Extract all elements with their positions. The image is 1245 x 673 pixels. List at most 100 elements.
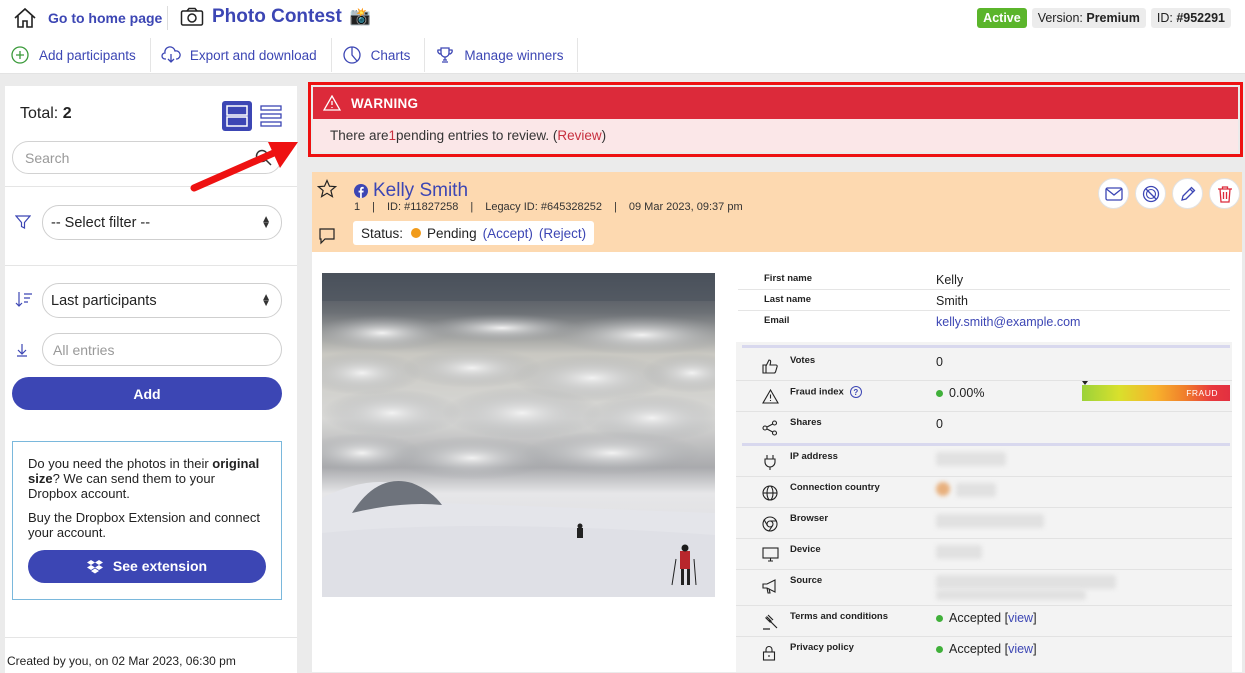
trophy-icon bbox=[437, 47, 454, 63]
entry-stats: Votes 0 Fraud index? 0.00% FRAUD Shares … bbox=[736, 342, 1232, 672]
list-view-icon bbox=[260, 105, 282, 127]
first-name-row: First name Kelly bbox=[738, 269, 1230, 290]
redacted-country bbox=[956, 483, 996, 497]
pencil-icon bbox=[1180, 186, 1195, 201]
warning-header: WARNING bbox=[313, 87, 1238, 119]
votes-row: Votes 0 bbox=[736, 350, 1232, 381]
gavel-icon bbox=[763, 614, 778, 630]
facebook-icon bbox=[354, 184, 368, 198]
review-link[interactable]: Review bbox=[557, 128, 601, 143]
participant-name-row: Kelly Smith bbox=[354, 180, 468, 202]
browser-row: Browser bbox=[736, 508, 1232, 539]
comment-icon[interactable] bbox=[318, 227, 336, 245]
divider bbox=[167, 6, 168, 30]
last-name-row: Last name Smith bbox=[738, 290, 1230, 311]
monitor-icon bbox=[762, 547, 779, 562]
export-download-button[interactable]: Export and download bbox=[151, 38, 332, 72]
fraud-meter: FRAUD bbox=[1082, 381, 1230, 401]
dropbox-text-2: Buy the Dropbox Extension and connect yo… bbox=[28, 510, 260, 540]
see-extension-button[interactable]: See extension bbox=[28, 550, 266, 583]
status-value: Pending bbox=[427, 225, 477, 241]
entry-actions bbox=[1098, 178, 1240, 209]
mail-icon bbox=[1104, 186, 1123, 201]
terms-row: Terms and conditions Accepted [view] bbox=[736, 606, 1232, 637]
divider bbox=[5, 265, 297, 266]
redacted-device bbox=[936, 545, 982, 559]
red-arrow-annotation bbox=[190, 142, 298, 192]
contest-title-group: Photo Contest 📸 bbox=[180, 6, 371, 28]
privacy-row: Privacy policy Accepted [view] bbox=[736, 637, 1232, 668]
lock-icon bbox=[762, 646, 776, 661]
active-badge: Active bbox=[977, 8, 1027, 28]
chrome-icon bbox=[762, 516, 778, 532]
plug-icon bbox=[764, 455, 776, 470]
add-participants-button[interactable]: Add participants bbox=[0, 38, 151, 72]
accept-link[interactable]: (Accept) bbox=[483, 226, 533, 241]
sort-icon bbox=[15, 292, 32, 307]
green-dot bbox=[936, 645, 943, 653]
thumbs-up-icon bbox=[762, 359, 778, 374]
filter-select[interactable]: -- Select filter -- ▲ ▼ bbox=[42, 205, 282, 240]
dropbox-icon bbox=[86, 559, 103, 573]
globe-icon bbox=[762, 485, 778, 501]
filter-icon bbox=[15, 215, 31, 229]
warning-triangle-icon bbox=[323, 95, 341, 111]
email-row: Email kelly.smith@example.com bbox=[764, 315, 1081, 329]
fraud-row: Fraud index? 0.00% FRAUD bbox=[736, 381, 1232, 412]
country-row: Connection country bbox=[736, 477, 1232, 508]
disqualify-button[interactable] bbox=[1135, 178, 1166, 209]
camera-icon bbox=[180, 7, 204, 26]
top-header: Go to home page Photo Contest 📸 Active V… bbox=[0, 0, 1245, 74]
source-row: Source bbox=[736, 570, 1232, 606]
charts-button[interactable]: Charts bbox=[332, 38, 426, 72]
delete-button[interactable] bbox=[1209, 178, 1240, 209]
terms-view-link[interactable]: view bbox=[1008, 611, 1033, 625]
total-count: Total: 2 bbox=[20, 105, 72, 122]
status-box: Status: Pending (Accept) (Reject) bbox=[353, 221, 595, 245]
ip-row: IP address bbox=[736, 446, 1232, 477]
contest-title: Photo Contest bbox=[212, 6, 342, 27]
share-icon bbox=[762, 420, 778, 436]
dropbox-text: Do you need the photos in their original… bbox=[28, 456, 260, 501]
redacted-browser bbox=[936, 514, 1044, 528]
green-dot bbox=[936, 614, 943, 622]
dropbox-promo: Do you need the photos in their original… bbox=[12, 441, 282, 600]
help-icon[interactable]: ? bbox=[849, 386, 862, 398]
add-button[interactable]: Add bbox=[12, 377, 282, 410]
cloud-download-icon bbox=[161, 46, 181, 63]
redacted-source-2 bbox=[936, 590, 1086, 600]
list-view-button[interactable] bbox=[256, 101, 286, 131]
reject-link[interactable]: (Reject) bbox=[539, 226, 586, 241]
card-view-icon bbox=[226, 105, 248, 127]
star-icon[interactable] bbox=[317, 179, 337, 199]
card-view-button[interactable] bbox=[222, 101, 252, 131]
home-link[interactable]: Go to home page bbox=[12, 5, 162, 31]
version-badge: Version: Premium bbox=[1031, 8, 1146, 28]
entry-meta: 1 | ID: #11827258 | Legacy ID: #645328252 |… bbox=[354, 201, 743, 213]
view-toggle bbox=[222, 101, 286, 131]
entry-header: Kelly Smith 1 | ID: #11827258 | Legacy ID:… bbox=[312, 172, 1242, 252]
megaphone-icon bbox=[762, 579, 776, 594]
id-badge: ID: #952291 bbox=[1150, 8, 1231, 28]
green-dot bbox=[936, 389, 943, 397]
entries-input[interactable]: All entries bbox=[42, 333, 282, 366]
email-link[interactable]: kelly.smith@example.com bbox=[936, 315, 1080, 329]
personal-details: First name Kelly Last name Smith Email kell… bbox=[738, 269, 1230, 332]
edit-button[interactable] bbox=[1172, 178, 1203, 209]
manage-winners-button[interactable]: Manage winners bbox=[425, 38, 579, 72]
toolbar: Add participants Export and download Cha… bbox=[0, 38, 579, 72]
warning-panel: WARNING There are 1 pending entries to r… bbox=[308, 82, 1243, 157]
entry-photo[interactable] bbox=[322, 273, 715, 597]
email-button[interactable] bbox=[1098, 178, 1129, 209]
download-arrow-icon bbox=[17, 344, 27, 357]
home-icon bbox=[14, 7, 36, 28]
privacy-view-link[interactable]: view bbox=[1008, 642, 1033, 656]
pending-dot bbox=[411, 228, 422, 238]
ban-icon bbox=[1142, 185, 1159, 202]
select-caret-icon: ▲ ▼ bbox=[261, 213, 271, 231]
sort-select[interactable]: Last participants ▲ ▼ bbox=[42, 283, 282, 318]
participant-name[interactable]: Kelly Smith bbox=[373, 180, 468, 202]
select-caret-icon: ▲ ▼ bbox=[261, 291, 271, 309]
fraud-marker bbox=[1082, 381, 1088, 385]
camera-flash-emoji: 📸 bbox=[349, 7, 371, 26]
